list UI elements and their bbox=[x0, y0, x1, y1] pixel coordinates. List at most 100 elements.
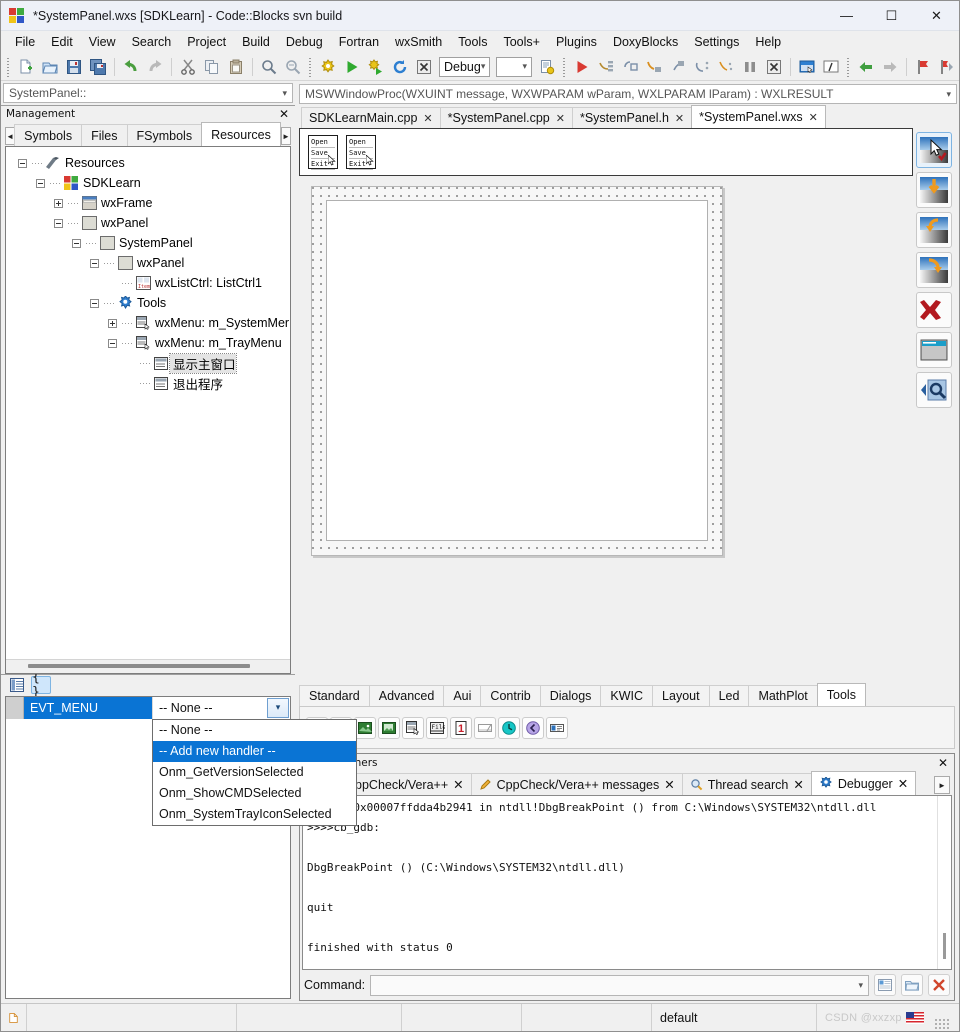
redo-icon[interactable] bbox=[144, 56, 166, 78]
next-line-icon[interactable] bbox=[643, 56, 665, 78]
next-instruction-icon[interactable] bbox=[715, 56, 737, 78]
close-icon[interactable]: ✕ bbox=[664, 777, 674, 792]
resources-tree[interactable]: Resources SDKLearn wxFrame wxPanel Syste… bbox=[5, 146, 291, 674]
tab-symbols[interactable]: Symbols bbox=[14, 124, 83, 146]
tree-item-wxmenu-tray[interactable]: wxMenu: m_TrayMenu bbox=[12, 333, 290, 353]
select-tool-icon[interactable] bbox=[916, 132, 952, 168]
tree-item-menuitem-exit[interactable]: 退出程序 bbox=[12, 373, 290, 393]
abort-icon[interactable] bbox=[413, 56, 435, 78]
insert-after-icon[interactable] bbox=[916, 252, 952, 288]
form-outline[interactable] bbox=[311, 186, 723, 556]
undo-icon[interactable] bbox=[120, 56, 142, 78]
close-icon[interactable]: ✕ bbox=[793, 777, 803, 792]
toggle-minus-icon[interactable] bbox=[12, 158, 32, 168]
run-to-cursor-icon[interactable] bbox=[691, 56, 713, 78]
build-and-run-icon[interactable] bbox=[365, 56, 387, 78]
toggle-minus-icon[interactable] bbox=[48, 218, 68, 228]
toggle-minus-icon[interactable] bbox=[84, 258, 104, 268]
editor-tab-systempanel-cpp[interactable]: *SystemPanel.cpp ✕ bbox=[439, 107, 573, 128]
statusbar-icon[interactable] bbox=[474, 716, 496, 739]
command-input[interactable]: ▾ bbox=[370, 974, 869, 996]
cut-icon[interactable] bbox=[177, 56, 199, 78]
palette-tab-standard[interactable]: Standard bbox=[299, 685, 370, 706]
secondary-combo[interactable]: ▾ bbox=[496, 56, 532, 77]
back-icon[interactable] bbox=[855, 56, 877, 78]
debugger-window-icon[interactable] bbox=[874, 974, 896, 996]
menu-wxsmith[interactable]: wxSmith bbox=[387, 32, 450, 52]
toolbar-grip[interactable] bbox=[308, 56, 313, 77]
dropdown-option-add-new-handler[interactable]: -- Add new handler -- bbox=[153, 740, 356, 762]
palette-tab-contrib[interactable]: Contrib bbox=[480, 685, 541, 706]
insert-before-icon[interactable] bbox=[916, 212, 952, 248]
paste-icon[interactable] bbox=[225, 56, 247, 78]
quick-props-icon[interactable] bbox=[916, 372, 952, 408]
toolbar-grip[interactable] bbox=[6, 56, 11, 77]
dropdown-option-systemtrayicon[interactable]: Onm_SystemTrayIconSelected bbox=[153, 804, 356, 825]
clear-log-icon[interactable] bbox=[928, 974, 950, 996]
resize-grip[interactable] bbox=[935, 1019, 951, 1031]
tree-item-wxlistctrl[interactable]: Item wxListCtrl: ListCtrl1 bbox=[12, 273, 290, 293]
dropdown-option-showcmd[interactable]: Onm_ShowCMDSelected bbox=[153, 783, 356, 804]
clock-teal-icon[interactable] bbox=[498, 716, 520, 739]
toolbar-grip[interactable] bbox=[562, 56, 567, 77]
tree-horizontal-scrollbar[interactable] bbox=[6, 658, 290, 673]
replace-icon[interactable] bbox=[282, 56, 304, 78]
close-icon[interactable]: ✕ bbox=[453, 777, 463, 792]
menu-thumbnail-tray[interactable]: Open Save Exit bbox=[346, 135, 376, 170]
toggle-plus-icon[interactable] bbox=[48, 198, 68, 208]
design-canvas[interactable] bbox=[299, 176, 913, 677]
close-icon[interactable]: ✕ bbox=[423, 112, 432, 125]
tree-item-wxpanel-1[interactable]: wxPanel bbox=[12, 213, 290, 233]
close-icon[interactable]: ✕ bbox=[936, 756, 950, 770]
find-icon[interactable] bbox=[258, 56, 280, 78]
menu-plugins[interactable]: Plugins bbox=[548, 32, 605, 52]
dropdown-option-none[interactable]: -- None -- bbox=[153, 720, 356, 741]
event-value[interactable]: -- None -- ▾ bbox=[152, 696, 290, 719]
maximize-button[interactable]: ☐ bbox=[869, 1, 914, 31]
number-one-icon[interactable]: 1 bbox=[450, 716, 472, 739]
tree-item-wxmenu-system[interactable]: wxMenu: m_SystemMer bbox=[12, 313, 290, 333]
function-scope-combo[interactable]: MSWWindowProc(WXUINT message, WXWPARAM w… bbox=[299, 84, 957, 104]
bookmark-icon[interactable] bbox=[912, 56, 934, 78]
close-icon[interactable]: ✕ bbox=[898, 776, 908, 791]
toolbar-grip[interactable] bbox=[846, 56, 851, 77]
insert-into-icon[interactable] bbox=[916, 172, 952, 208]
open-file-icon[interactable] bbox=[39, 56, 61, 78]
step-into-icon[interactable] bbox=[595, 56, 617, 78]
step-over-icon[interactable] bbox=[667, 56, 689, 78]
menu-search[interactable]: Search bbox=[124, 32, 180, 52]
menu-edit[interactable]: Edit bbox=[43, 32, 81, 52]
editor-tab-sdklearnmain-cpp[interactable]: SDKLearnMain.cpp ✕ bbox=[301, 107, 441, 128]
menu-settings[interactable]: Settings bbox=[686, 32, 747, 52]
palette-tab-aui[interactable]: Aui bbox=[443, 685, 482, 706]
editor-tab-systempanel-wxs[interactable]: *SystemPanel.wxs ✕ bbox=[691, 105, 826, 128]
events-braces-icon[interactable]: { } bbox=[31, 670, 51, 700]
tab-files[interactable]: Files bbox=[81, 124, 128, 146]
imagelist-icon[interactable] bbox=[354, 716, 376, 739]
chevron-down-icon[interactable]: ▾ bbox=[858, 980, 863, 991]
palette-tab-tools[interactable]: Tools bbox=[816, 683, 866, 706]
toggle-plus-icon[interactable] bbox=[102, 318, 122, 328]
various-info-icon[interactable] bbox=[820, 56, 842, 78]
tree-item-systempanel[interactable]: SystemPanel bbox=[12, 233, 290, 253]
tree-item-wxpanel-2[interactable]: wxPanel bbox=[12, 253, 290, 273]
panel-surface[interactable] bbox=[326, 200, 708, 541]
build-icon[interactable] bbox=[317, 56, 339, 78]
menu-project[interactable]: Project bbox=[179, 32, 234, 52]
toggle-minus-icon[interactable] bbox=[102, 338, 122, 348]
build-target-combo[interactable]: Debug ▾ bbox=[439, 56, 491, 77]
debug-continue-icon[interactable] bbox=[571, 56, 593, 78]
event-row-evt-menu[interactable]: EVT_MENU -- None -- ▾ bbox=[6, 696, 290, 719]
tree-item-sdklearn[interactable]: SDKLearn bbox=[12, 173, 290, 193]
forward-icon[interactable] bbox=[879, 56, 901, 78]
menu-tools[interactable]: Tools bbox=[450, 32, 495, 52]
palette-tab-kwic[interactable]: KWIC bbox=[600, 685, 654, 706]
new-file-icon[interactable] bbox=[15, 56, 37, 78]
logs-right-arrow[interactable]: ► bbox=[934, 776, 950, 794]
menu-tools-plus[interactable]: Tools+ bbox=[495, 32, 547, 52]
toggle-minus-icon[interactable] bbox=[66, 238, 86, 248]
preview-icon[interactable] bbox=[916, 332, 952, 368]
menu-thumbnail-system[interactable]: Open Save Exit bbox=[308, 135, 338, 170]
tree-item-resources[interactable]: Resources bbox=[12, 153, 290, 173]
toggle-minus-icon[interactable] bbox=[30, 178, 50, 188]
